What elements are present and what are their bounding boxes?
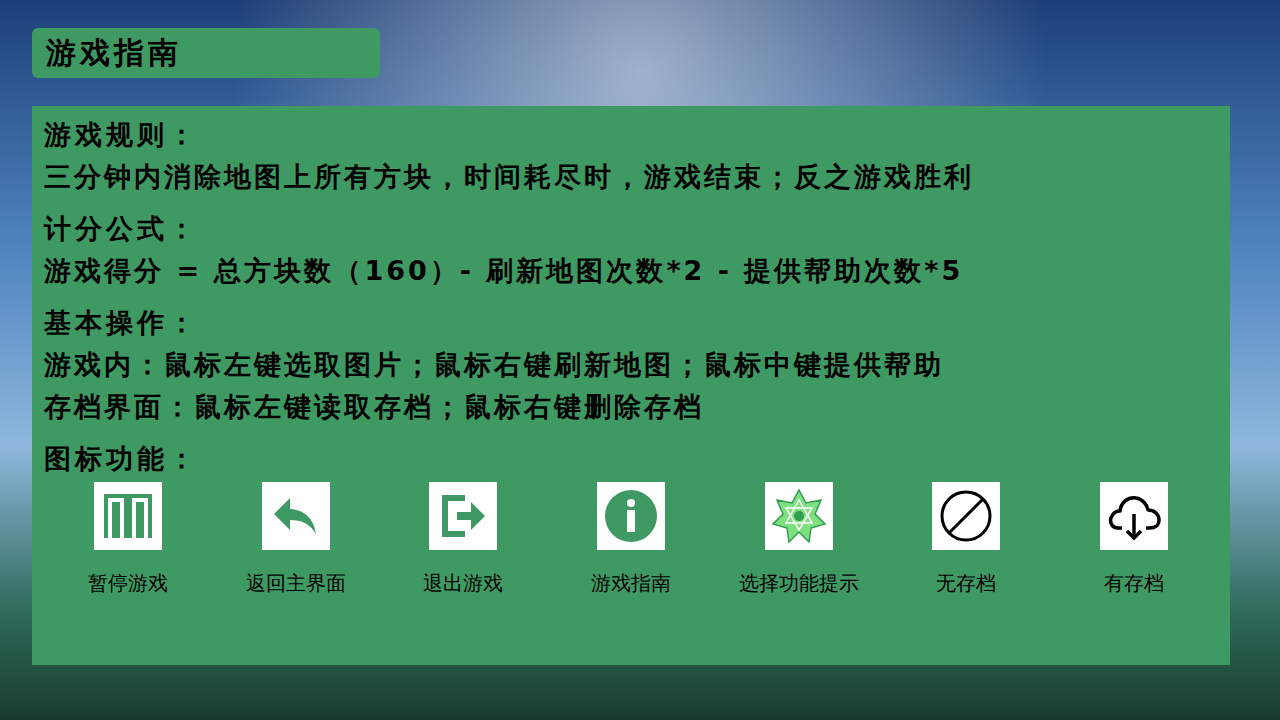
section-line: 三分钟内消除地图上所有方块，时间耗尽时，游戏结束；反之游戏胜利 [44, 156, 1218, 198]
icon-tile [765, 482, 833, 550]
icon-item: 有存档 [1050, 482, 1218, 597]
section-heading: 图标功能： [44, 438, 1218, 480]
icon-label: 游戏指南 [591, 570, 671, 597]
icon-label: 返回主界面 [246, 570, 346, 597]
icon-item: 无存档 [883, 482, 1051, 597]
icon-item: 选择功能提示 [715, 482, 883, 597]
icon-label: 无存档 [936, 570, 996, 597]
title: 游戏指南 [46, 33, 182, 74]
no-save-icon [938, 488, 994, 544]
icon-tile [932, 482, 1000, 550]
section-heading: 基本操作： [44, 302, 1218, 344]
icon-tile [429, 482, 497, 550]
back-arrow-icon [268, 488, 324, 544]
icon-tile [94, 482, 162, 550]
guide-panel: 游戏规则：三分钟内消除地图上所有方块，时间耗尽时，游戏结束；反之游戏胜利计分公式… [32, 106, 1230, 665]
icon-row: 暂停游戏 返回主界面 退出游戏 游戏指南 选择功能提示 无存档 有存档 [44, 482, 1218, 597]
exit-icon [435, 488, 491, 544]
section-heading: 计分公式： [44, 208, 1218, 250]
icon-item: 退出游戏 [379, 482, 547, 597]
icon-label: 选择功能提示 [739, 570, 859, 597]
guide-screen: 游戏指南游戏规则：三分钟内消除地图上所有方块，时间耗尽时，游戏结束；反之游戏胜利… [0, 0, 1280, 720]
title-bar: 游戏指南 [32, 28, 380, 78]
icon-label: 有存档 [1104, 570, 1164, 597]
section-line: 游戏内：鼠标左键选取图片；鼠标右键刷新地图；鼠标中键提供帮助 [44, 344, 1218, 386]
icon-tile [262, 482, 330, 550]
icon-item: 暂停游戏 [44, 482, 212, 597]
guide-section: 基本操作：游戏内：鼠标左键选取图片；鼠标右键刷新地图；鼠标中键提供帮助存档界面：… [44, 302, 1218, 428]
section-heading: 游戏规则： [44, 114, 1218, 156]
icon-label: 暂停游戏 [88, 570, 168, 597]
guide-section: 计分公式：游戏得分 = 总方块数（160）- 刷新地图次数*2 - 提供帮助次数… [44, 208, 1218, 292]
flower-icon [771, 488, 827, 544]
guide-section: 游戏规则：三分钟内消除地图上所有方块，时间耗尽时，游戏结束；反之游戏胜利 [44, 114, 1218, 198]
icon-item: 返回主界面 [212, 482, 380, 597]
cloud-download-icon [1106, 488, 1162, 544]
icon-label: 退出游戏 [423, 570, 503, 597]
icon-item: 游戏指南 [547, 482, 715, 597]
icon-tile [597, 482, 665, 550]
pause-icon [100, 488, 156, 544]
icon-tile [1100, 482, 1168, 550]
section-line: 游戏得分 = 总方块数（160）- 刷新地图次数*2 - 提供帮助次数*5 [44, 250, 1218, 292]
section-line: 存档界面：鼠标左键读取存档；鼠标右键删除存档 [44, 386, 1218, 428]
icon-section: 图标功能： 暂停游戏 返回主界面 退出游戏 游戏指南 选择功能提示 无存档 有存档 [44, 438, 1218, 597]
info-icon [603, 488, 659, 544]
